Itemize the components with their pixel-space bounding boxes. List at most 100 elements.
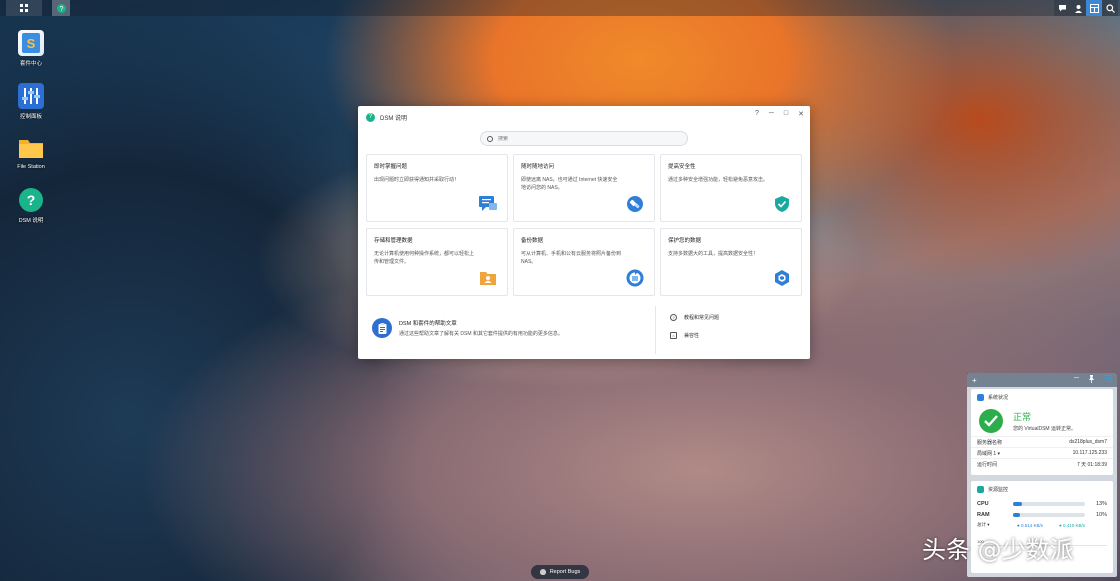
folder-person-icon <box>480 272 496 285</box>
window-controls: ? ─ □ ✕ <box>755 110 804 118</box>
window-title: DSM 说明 <box>380 115 408 122</box>
help-button[interactable]: ? <box>755 110 759 118</box>
card-instant-issues[interactable]: 即时掌握问题 出现问题时立即获得通知并采取行动！ <box>366 154 508 222</box>
desktop-icon-label: File Station <box>17 164 45 170</box>
chat-icon[interactable] <box>1054 0 1070 16</box>
search-icon[interactable] <box>1102 0 1118 16</box>
card-description: 通过多种安全增强功能，轻松避免恶意攻击。 <box>668 177 769 183</box>
info-key[interactable]: 局域网 1 ▾ <box>977 450 1000 457</box>
card-protect-data[interactable]: 保护您的数据 支持多数据大的工具，提高数据安全性！ <box>660 228 802 296</box>
taskbar-help-app[interactable]: ? <box>52 0 70 16</box>
window-title-bar: ? DSM 说明 <box>366 110 407 124</box>
cpu-value: 13% <box>1095 500 1107 507</box>
taskbar: ? <box>0 0 1120 16</box>
cpu-bar <box>1013 501 1085 506</box>
widget-layout-icon[interactable] <box>1104 375 1112 385</box>
help-articles-link[interactable]: DSM 和套件的帮助文章 通过这些帮助文章了解有关 DSM 和其它套件提供的有用… <box>372 318 563 338</box>
report-bugs-label: Report Bugs <box>549 569 581 575</box>
maximize-button[interactable]: □ <box>784 110 788 118</box>
grid-icon <box>20 4 28 12</box>
footer-divider <box>655 306 656 354</box>
card-description: 无论计算机使用何种操作系统，都可以轻松上传和管理文件。 <box>374 251 475 265</box>
add-widget-button[interactable]: + <box>972 376 977 385</box>
card-description: 出现问题时立即获得通知并采取行动！ <box>374 177 460 183</box>
backup-icon <box>626 269 644 287</box>
hexagon-icon <box>775 270 789 286</box>
card-title: 即时掌握问题 <box>374 164 408 170</box>
card-storage[interactable]: 存储和管理数据 无论计算机使用何种操作系统，都可以轻松上传和管理文件。 <box>366 228 508 296</box>
system-health-title: 系统状况 <box>988 395 1009 401</box>
resource-monitor-title: 资源监控 <box>988 487 1009 493</box>
house-icon: ⌂ <box>670 332 677 339</box>
info-key: 服务器名称 <box>977 439 1003 446</box>
user-icon[interactable] <box>1070 0 1086 16</box>
dsm-help-window: ? DSM 说明 ? ─ □ ✕ 即时掌握问题 出现问题时立即获得通知并采取行动… <box>358 106 810 359</box>
ram-value: 10% <box>1095 511 1107 518</box>
close-button[interactable]: ✕ <box>798 110 804 118</box>
system-health-widget: 系统状况 正常 您的 VirtualDSM 运转正常。 服务器名称 ds218p… <box>971 389 1113 475</box>
search-icon <box>487 135 493 142</box>
network-upload: ● 0.514 KB/s <box>1017 522 1043 528</box>
card-description: 支持多数据大的工具，提高数据安全性！ <box>668 251 759 257</box>
monitor-icon <box>977 486 984 493</box>
cpu-bar-fill <box>1013 501 1023 506</box>
card-security[interactable]: 提高安全性 通过多种安全增强功能，轻松避免恶意攻击。 <box>660 154 802 222</box>
info-value: 7 天 01:18:39 <box>1076 461 1107 468</box>
card-remote-access[interactable]: 随时随地访问 即使远离 NAS，也可通过 Internet 快速安全地访问您的 … <box>513 154 655 222</box>
info-row: 服务器名称 ds218plus_dsm7 <box>971 436 1113 447</box>
folder-icon <box>18 135 44 161</box>
network-selector[interactable]: 总计 ▾ <box>977 522 1017 528</box>
bug-icon <box>539 569 546 575</box>
card-title: 备份数据 <box>521 238 544 244</box>
help-search-box[interactable] <box>480 131 688 146</box>
info-row: 运行时间 7 天 01:18:39 <box>971 458 1113 469</box>
ram-bar-fill <box>1013 512 1021 517</box>
desktop-icon-dsm-help[interactable]: ? DSM 说明 <box>10 187 52 224</box>
info-value: ds218plus_dsm7 <box>1069 439 1107 445</box>
help-icon: ? <box>18 187 44 213</box>
system-status: 正常 <box>1013 412 1032 422</box>
shield-icon <box>775 196 789 212</box>
shield-icon <box>977 394 984 401</box>
svg-text:S: S <box>27 36 36 51</box>
help-app-icon: ? <box>56 3 66 13</box>
card-title: 存储和管理数据 <box>374 238 413 244</box>
svg-text:?: ? <box>59 6 63 13</box>
desktop-icon-control-panel[interactable]: 控制面板 <box>10 83 52 120</box>
compatibility-link[interactable]: ⌂ 兼容性 <box>670 332 699 339</box>
check-icon <box>979 409 1003 433</box>
card-title: 提高安全性 <box>668 164 696 170</box>
network-download: ● 0.410 KB/s <box>1059 522 1085 528</box>
svg-text:?: ? <box>27 192 36 208</box>
card-title: 保护您的数据 <box>668 238 702 244</box>
card-backup[interactable]: 备份数据 可从计算机、手机和公有云服务将照片备份到 NAS。 <box>513 228 655 296</box>
tutorials-faq-label: 教程和常见问题 <box>684 315 720 321</box>
cpu-row: CPU 13% <box>971 498 1113 509</box>
desktop-icon-label: 套件中心 <box>19 61 42 67</box>
question-icon: ? <box>670 314 677 321</box>
desktop-icon-file-station[interactable]: File Station <box>10 135 52 170</box>
main-menu-button[interactable] <box>6 0 42 16</box>
info-value: 10.117.125.233 <box>1072 450 1107 456</box>
ram-bar <box>1013 512 1085 517</box>
card-description: 即使远离 NAS，也可通过 Internet 快速安全地访问您的 NAS。 <box>521 177 618 191</box>
tutorials-faq-link[interactable]: ? 教程和常见问题 <box>670 314 719 321</box>
network-row: 总计 ▾ ● 0.514 KB/s ● 0.410 KB/s <box>971 520 1113 530</box>
ram-label: RAM <box>977 511 990 518</box>
system-status-desc: 您的 VirtualDSM 运转正常。 <box>1013 426 1076 432</box>
chat-bubble-icon <box>479 196 497 211</box>
card-title: 随时随地访问 <box>521 164 555 170</box>
info-row[interactable]: 局域网 1 ▾ 10.117.125.233 <box>971 447 1113 458</box>
widget-icon[interactable] <box>1086 0 1102 16</box>
pin-icon[interactable] <box>1088 375 1095 385</box>
help-app-icon: ? <box>366 112 375 122</box>
help-search-input[interactable] <box>498 135 678 142</box>
desktop-icon-package-center[interactable]: S 套件中心 <box>10 30 52 67</box>
taskbar-right-tray <box>1054 0 1118 16</box>
report-bugs-button[interactable]: Report Bugs <box>531 565 589 579</box>
info-key: 运行时间 <box>977 461 998 468</box>
remote-access-icon <box>627 196 643 212</box>
watermark: 头条 @少数派 <box>922 536 1074 564</box>
widget-minimize-button[interactable]: ─ <box>1074 375 1079 385</box>
minimize-button[interactable]: ─ <box>769 110 774 118</box>
